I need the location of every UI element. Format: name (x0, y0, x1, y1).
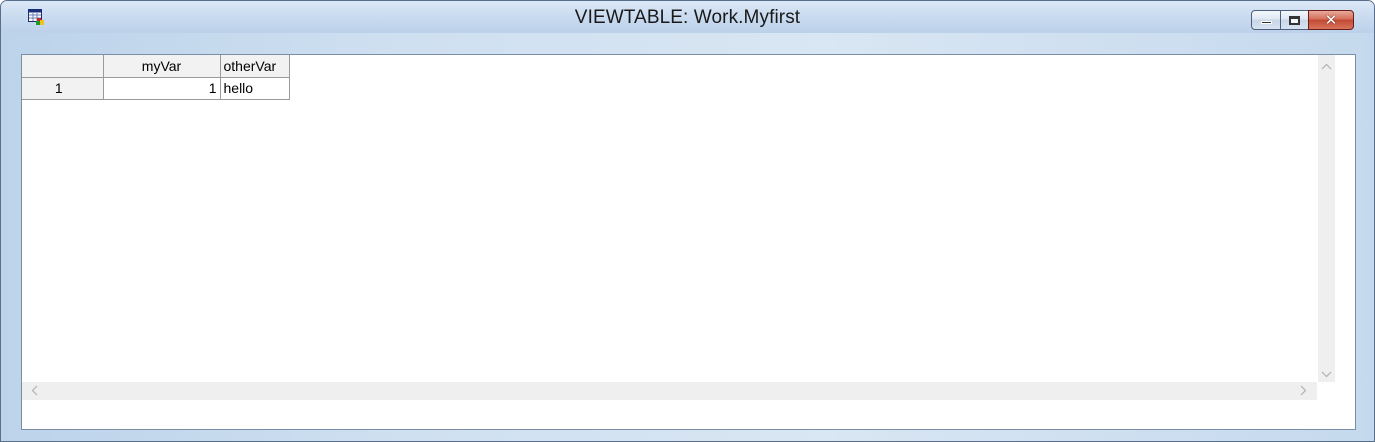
table-viewer[interactable]: myVar otherVar 1 1 hello (21, 54, 1356, 430)
minimize-button[interactable] (1251, 10, 1281, 30)
data-grid[interactable]: myVar otherVar 1 1 hello (22, 55, 290, 100)
horizontal-scrollbar[interactable] (22, 382, 1317, 400)
minimize-icon (1261, 21, 1272, 24)
chevron-up-icon[interactable] (1321, 60, 1332, 73)
close-icon: ✕ (1324, 11, 1338, 29)
chevron-right-icon[interactable] (1300, 385, 1307, 399)
scrollbar-corner (1318, 382, 1335, 400)
chevron-down-icon[interactable] (1321, 368, 1332, 381)
table-row[interactable]: 1 1 hello (22, 77, 290, 100)
vertical-scrollbar[interactable] (1318, 55, 1335, 382)
close-button[interactable]: ✕ (1308, 10, 1354, 30)
column-header-othervar[interactable]: otherVar (220, 55, 290, 78)
column-header-myvar[interactable]: myVar (103, 55, 221, 78)
maximize-icon (1289, 16, 1300, 25)
chevron-left-icon[interactable] (31, 385, 38, 399)
window-title: VIEWTABLE: Work.Myfirst (574, 7, 801, 28)
cell-othervar[interactable]: hello (220, 77, 290, 100)
caption-buttons: ✕ (1251, 10, 1354, 30)
header-row: myVar otherVar (22, 55, 290, 78)
maximize-button[interactable] (1280, 10, 1309, 30)
viewtable-window: VIEWTABLE: Work.Myfirst ✕ myVar otherVar… (0, 0, 1375, 442)
row-header-corner[interactable] (22, 55, 104, 78)
title-bar[interactable]: VIEWTABLE: Work.Myfirst ✕ (1, 1, 1374, 33)
row-number[interactable]: 1 (22, 77, 104, 100)
cell-myvar[interactable]: 1 (103, 77, 221, 100)
